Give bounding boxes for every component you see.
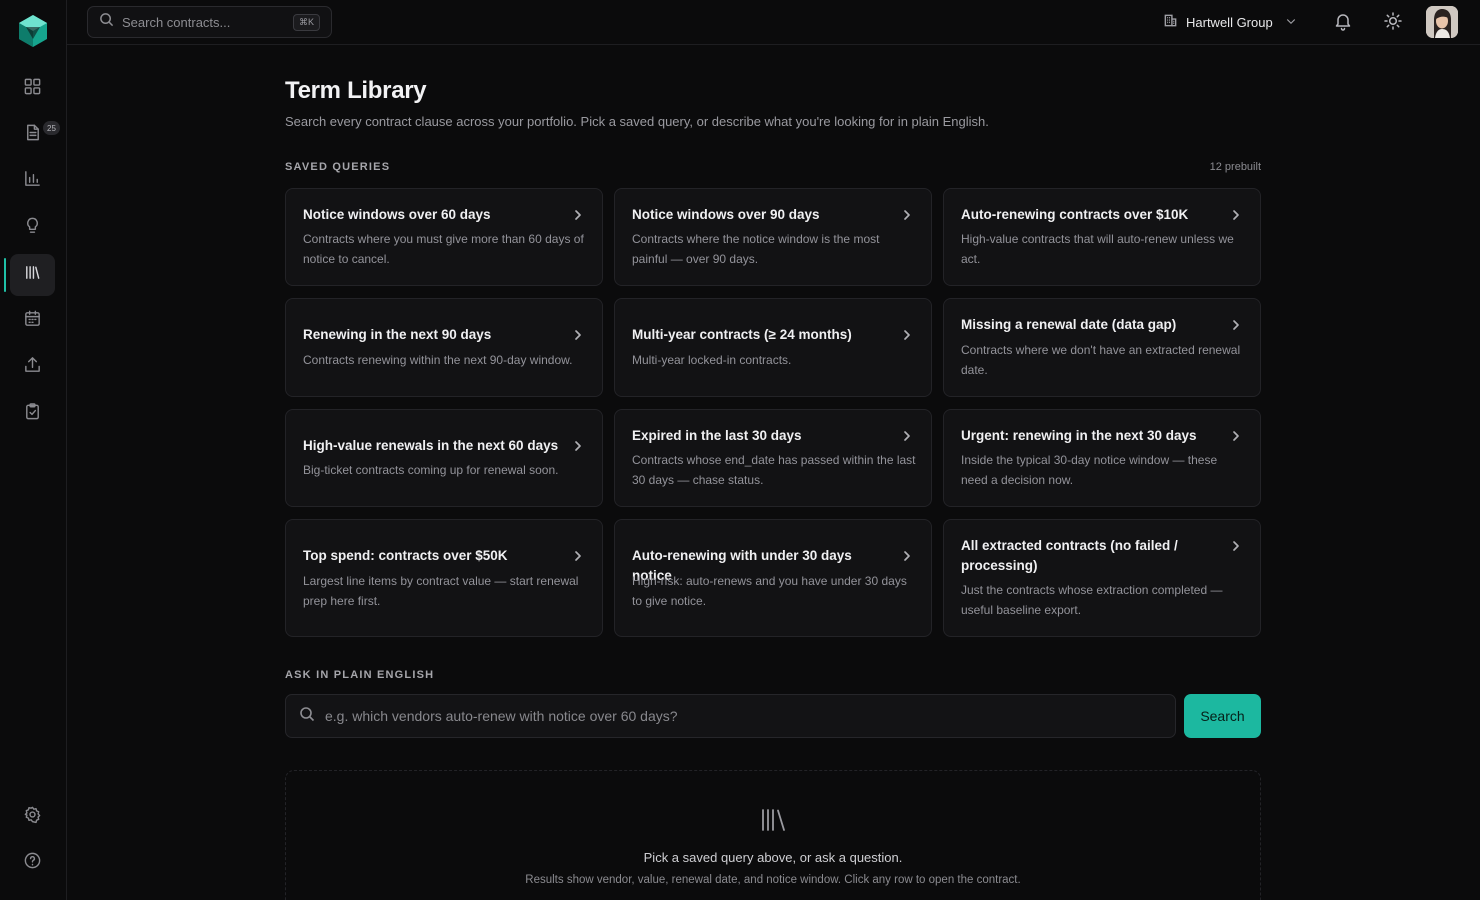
sidebar-item-help[interactable] (10, 842, 55, 884)
sidebar-item-term-library[interactable] (10, 254, 55, 296)
saved-query-description: Largest line items by contract value — s… (303, 574, 579, 608)
saved-query-card[interactable]: Auto-renewing with under 30 days notice … (614, 519, 932, 637)
chevron-right-icon (1230, 208, 1242, 220)
sidebar-item-insights[interactable] (10, 207, 55, 249)
chevron-right-icon (901, 208, 913, 220)
saved-query-description: Inside the typical 30-day notice window … (961, 453, 1218, 487)
results-empty-state: Pick a saved query above, or ask a quest… (285, 770, 1261, 900)
search-icon (299, 706, 315, 727)
saved-query-description: Contracts renewing within the next 90-da… (303, 353, 573, 367)
sidebar: 25 (0, 0, 67, 900)
active-indicator (4, 258, 6, 292)
saved-query-title: Renewing in the next 90 days (303, 327, 492, 342)
saved-query-card[interactable]: Expired in the last 30 days Contracts wh… (614, 409, 932, 507)
chevron-right-icon (901, 549, 913, 561)
page-subtitle: Search every contract clause across your… (285, 114, 989, 129)
saved-query-card[interactable]: High-value renewals in the next 60 days … (285, 409, 603, 507)
saved-query-card[interactable]: Multi-year contracts (≥ 24 months) Multi… (614, 298, 932, 397)
sidebar-item-contracts[interactable]: 25 (10, 114, 60, 156)
saved-query-title: Auto-renewing contracts over $10K (961, 207, 1189, 222)
sidebar-item-analytics[interactable] (10, 160, 55, 202)
chevron-right-icon (572, 208, 584, 220)
chevron-right-icon (1230, 429, 1242, 441)
saved-query-card[interactable]: Missing a renewal date (data gap) Contra… (943, 298, 1261, 397)
saved-query-description: High-value contracts that will auto-rene… (961, 232, 1234, 266)
saved-queries-label: SAVED QUERIES (285, 161, 391, 173)
library-icon (23, 263, 42, 287)
theme-toggle-button[interactable] (1383, 11, 1405, 33)
saved-query-title: Urgent: renewing in the next 30 days (961, 428, 1197, 443)
bell-icon (1333, 14, 1353, 35)
chevron-right-icon (572, 439, 584, 451)
saved-query-description: Big-ticket contracts coming up for renew… (303, 463, 559, 477)
app-logo[interactable] (16, 14, 50, 48)
saved-query-description: High-risk: auto-renews and you have unde… (632, 574, 907, 608)
chevron-down-icon (1285, 15, 1297, 30)
chevron-right-icon (572, 549, 584, 561)
empty-state-hint: Results show vendor, value, renewal date… (525, 874, 1021, 886)
sidebar-item-settings[interactable] (10, 796, 55, 838)
chevron-right-icon (901, 328, 913, 340)
global-search-placeholder[interactable]: Search contracts... (122, 15, 293, 30)
contracts-count-badge: 25 (43, 121, 60, 135)
shortcut-hint: ⌘K (292, 13, 320, 31)
saved-query-title: Missing a renewal date (data gap) (961, 317, 1177, 332)
building-icon (1163, 13, 1178, 31)
document-icon (23, 123, 42, 147)
ask-input-wrapper (285, 694, 1176, 738)
saved-query-description: Just the contracts whose extraction comp… (961, 583, 1223, 617)
help-icon (23, 851, 42, 875)
bar-chart-icon (23, 169, 42, 193)
empty-state-title: Pick a saved query above, or ask a quest… (643, 850, 903, 865)
chevron-right-icon (901, 429, 913, 441)
upload-icon (23, 355, 42, 379)
library-icon (760, 807, 788, 833)
saved-query-description: Contracts where we don't have an extract… (961, 343, 1241, 377)
saved-query-title: Top spend: contracts over $50K (303, 548, 508, 563)
saved-query-title: Notice windows over 90 days (632, 207, 820, 222)
search-icon (99, 12, 114, 32)
global-search[interactable]: Search contracts... ⌘K (87, 6, 332, 38)
sidebar-item-upload[interactable] (10, 346, 55, 388)
saved-query-title: All extracted contracts (no failed / pro… (961, 538, 1178, 573)
calendar-icon (23, 309, 42, 333)
saved-query-card[interactable]: Urgent: renewing in the next 30 days Ins… (943, 409, 1261, 507)
sidebar-item-calendar[interactable] (10, 300, 55, 342)
ask-label: ASK IN PLAIN ENGLISH (285, 669, 435, 681)
sun-icon (1383, 12, 1403, 35)
saved-query-title: Multi-year contracts (≥ 24 months) (632, 327, 852, 342)
chevron-right-icon (572, 328, 584, 340)
lightbulb-icon (23, 216, 42, 240)
sidebar-item-dashboard[interactable] (10, 68, 55, 110)
saved-query-title: High-value renewals in the next 60 days (303, 438, 559, 453)
saved-query-description: Contracts where the notice window is the… (632, 232, 880, 266)
topbar: Search contracts... ⌘K Hartwell Group (67, 0, 1480, 45)
saved-query-card[interactable]: Notice windows over 60 days Contracts wh… (285, 188, 603, 286)
sidebar-item-tasks[interactable] (10, 393, 55, 435)
ask-input[interactable] (325, 708, 1162, 724)
saved-query-title: Notice windows over 60 days (303, 207, 491, 222)
saved-query-card[interactable]: Auto-renewing contracts over $10K High-v… (943, 188, 1261, 286)
saved-query-description: Contracts whose end_date has passed with… (632, 453, 916, 487)
org-name: Hartwell Group (1186, 14, 1273, 30)
saved-query-title: Expired in the last 30 days (632, 428, 802, 443)
org-switcher[interactable]: Hartwell Group (1163, 0, 1297, 44)
saved-query-card[interactable]: Notice windows over 90 days Contracts wh… (614, 188, 932, 286)
chevron-right-icon (1230, 539, 1242, 551)
clipboard-icon (23, 402, 42, 426)
saved-query-card[interactable]: Renewing in the next 90 days Contracts r… (285, 298, 603, 397)
saved-query-description: Contracts where you must give more than … (303, 232, 584, 266)
saved-query-description: Multi-year locked-in contracts. (632, 353, 792, 367)
chevron-right-icon (1230, 318, 1242, 330)
saved-query-card[interactable]: All extracted contracts (no failed / pro… (943, 519, 1261, 637)
saved-queries-count: 12 prebuilt (1209, 161, 1261, 173)
search-button[interactable]: Search (1184, 694, 1261, 738)
notifications-button[interactable] (1333, 11, 1355, 33)
page-title: Term Library (285, 77, 427, 104)
grid-icon (23, 77, 42, 101)
user-avatar[interactable] (1426, 6, 1458, 38)
gear-icon (23, 805, 42, 829)
saved-query-card[interactable]: Top spend: contracts over $50K Largest l… (285, 519, 603, 637)
